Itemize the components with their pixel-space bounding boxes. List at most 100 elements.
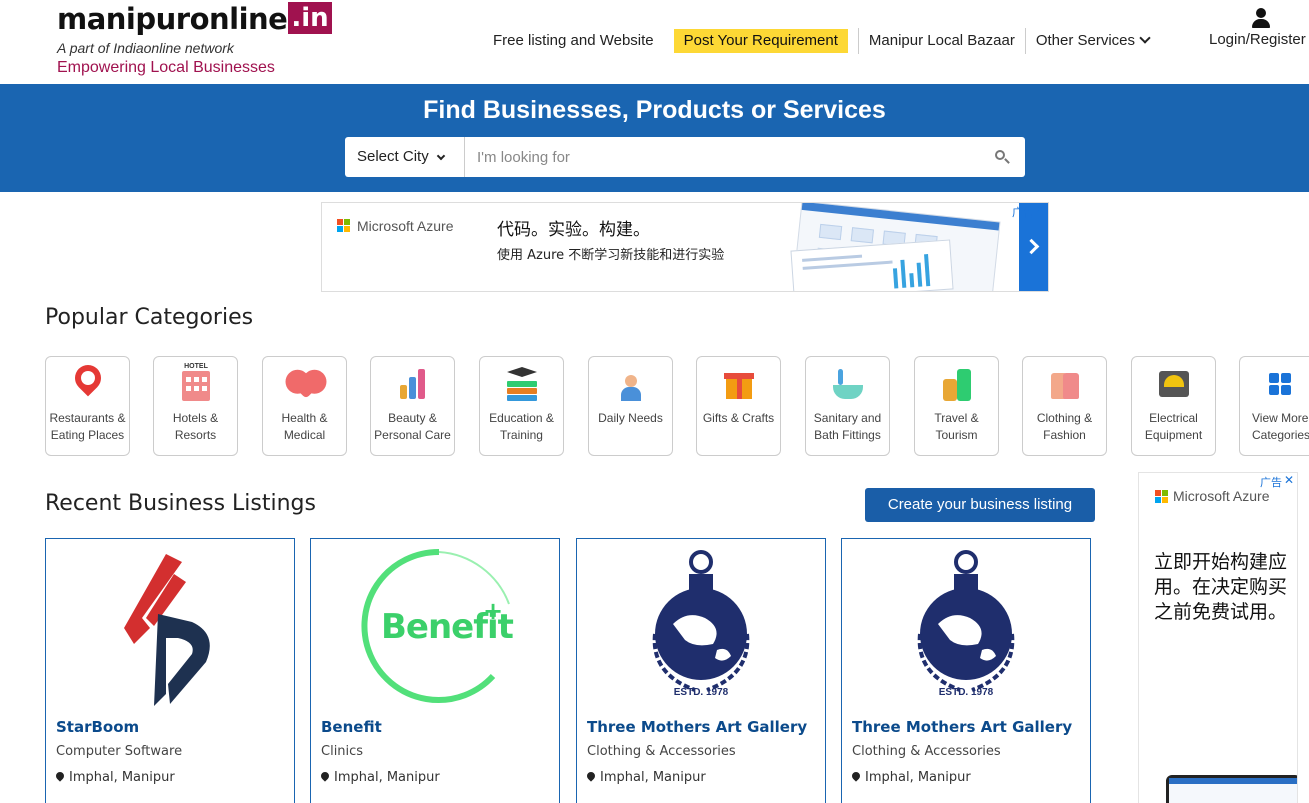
microsoft-logo-icon — [1155, 490, 1169, 504]
gift-box-icon — [721, 365, 757, 403]
clothing-icon — [1047, 365, 1083, 403]
listing-location: Imphal, Manipur — [319, 770, 440, 785]
login-label: Login/Register — [1209, 31, 1306, 48]
listing-category: Clothing & Accessories — [587, 744, 736, 759]
side-ad[interactable]: Microsoft Azure 广告 ✕ 立即开始构建应用。在决定购买之前免费试… — [1138, 472, 1298, 803]
category-view-more[interactable]: View More Categories — [1239, 356, 1309, 456]
close-icon[interactable]: ✕ — [1284, 473, 1294, 487]
search-input[interactable] — [466, 137, 976, 177]
category-label: Restaurants & Eating Places — [49, 411, 126, 442]
category-clothing[interactable]: Clothing & Fashion — [1022, 356, 1107, 456]
benefit-logo-plus: + — [483, 597, 504, 625]
user-icon — [1251, 8, 1271, 28]
listing-location: Imphal, Manipur — [54, 770, 175, 785]
chevron-right-icon — [1023, 238, 1040, 255]
ad-label: 广告 — [1260, 476, 1282, 489]
top-nav: Free listing and Website Post Your Requi… — [483, 28, 1159, 54]
listing-card[interactable]: ESTD. 1978 Three Mothers Art Gallery Clo… — [841, 538, 1091, 803]
category-label: Health & Medical — [281, 411, 328, 442]
category-gifts[interactable]: Gifts & Crafts — [696, 356, 781, 456]
category-label: Sanitary and Bath Fittings — [813, 411, 882, 442]
hotel-icon: HOTEL — [178, 363, 214, 403]
ad-subline: 使用 Azure 不断学习新技能和进行实验 — [497, 248, 725, 263]
listing-name[interactable]: StarBoom — [56, 718, 139, 736]
restaurant-pin-icon — [69, 359, 107, 403]
city-select-label: Select City — [357, 148, 429, 165]
listing-category: Clothing & Accessories — [852, 744, 1001, 759]
listing-location: Imphal, Manipur — [850, 770, 971, 785]
nav-other-services-label: Other Services — [1035, 32, 1136, 49]
category-label: Daily Needs — [598, 411, 663, 425]
category-education[interactable]: Education & Training — [479, 356, 564, 456]
chevron-down-icon — [1139, 32, 1151, 44]
ad-device-illustration — [1166, 775, 1297, 803]
city-select[interactable]: Select City — [345, 137, 465, 177]
category-sanitary[interactable]: Sanitary and Bath Fittings — [805, 356, 890, 456]
category-label: Electrical Equipment — [1144, 411, 1203, 442]
education-books-icon — [504, 365, 540, 403]
category-label: Clothing & Fashion — [1036, 411, 1093, 442]
category-label: Gifts & Crafts — [702, 411, 775, 425]
category-electrical[interactable]: Electrical Equipment — [1131, 356, 1216, 456]
create-listing-button[interactable]: Create your business listing — [865, 488, 1095, 522]
ad-brand: Microsoft Azure — [357, 218, 454, 234]
estd-label: ESTD. 1978 — [673, 687, 729, 698]
category-health[interactable]: Health & Medical — [262, 356, 347, 456]
listing-card[interactable]: StarBoom Computer Software Imphal, Manip… — [45, 538, 295, 803]
microsoft-logo-icon — [337, 219, 351, 233]
search-band: Find Businesses, Products or Services Se… — [0, 84, 1309, 192]
search-bar: Select City — [345, 137, 1025, 177]
category-daily-needs[interactable]: Daily Needs — [588, 356, 673, 456]
category-label: Travel & Tourism — [934, 411, 979, 442]
category-hotels[interactable]: HOTEL Hotels & Resorts — [153, 356, 238, 456]
listing-name[interactable]: Benefit — [321, 718, 382, 736]
close-icon[interactable]: ✕ — [1035, 203, 1045, 217]
listing-card[interactable]: ESTD. 1978 Three Mothers Art Gallery Clo… — [576, 538, 826, 803]
ad-brand: Microsoft Azure — [1173, 488, 1270, 504]
location-pin-icon — [319, 770, 331, 782]
ad-label: 广告 — [1012, 206, 1034, 219]
logo-tagline: A part of Indiaonline network — [57, 40, 234, 56]
listing-name[interactable]: Three Mothers Art Gallery — [852, 718, 1072, 736]
luggage-icon — [939, 365, 975, 403]
starboom-logo-image — [124, 554, 210, 706]
nav-other-services[interactable]: Other Services — [1026, 28, 1159, 54]
logo-slogan: Empowering Local Businesses — [57, 59, 275, 76]
logo-wordmark: manipuronline — [57, 2, 288, 36]
listing-location: Imphal, Manipur — [585, 770, 706, 785]
category-restaurants[interactable]: Restaurants & Eating Places — [45, 356, 130, 456]
listing-category: Computer Software — [56, 744, 183, 759]
health-heart-icon — [287, 365, 323, 403]
nav-free-listing[interactable]: Free listing and Website — [483, 28, 664, 54]
site-header: manipuronline .in A part of Indiaonline n… — [0, 0, 1309, 84]
grid-icon — [1264, 365, 1300, 403]
site-logo[interactable]: manipuronline .in — [57, 2, 332, 36]
category-label: Beauty & Personal Care — [374, 411, 451, 442]
location-pin-icon — [585, 770, 597, 782]
logo-tld-badge: .in — [288, 2, 332, 34]
daily-needs-person-icon — [613, 365, 649, 403]
estd-label: ESTD. 1978 — [938, 687, 994, 698]
recent-listings-title: Recent Business Listings — [45, 491, 316, 516]
category-beauty[interactable]: Beauty & Personal Care — [370, 356, 455, 456]
listing-name[interactable]: Three Mothers Art Gallery — [587, 718, 807, 736]
three-mothers-emblem-image — [906, 546, 1026, 706]
bathtub-icon — [830, 365, 866, 403]
ad-headline: 代码。实验。构建。 — [497, 220, 650, 240]
category-label: View More Categories — [1252, 411, 1309, 442]
search-band-title: Find Businesses, Products or Services — [423, 96, 886, 124]
location-pin-icon — [850, 770, 862, 782]
three-mothers-emblem-image — [641, 546, 761, 706]
nav-local-bazaar[interactable]: Manipur Local Bazaar — [859, 28, 1026, 54]
side-ad-text: 立即开始构建应用。在决定购买之前免费试用。 — [1154, 551, 1288, 623]
electrical-meter-icon — [1156, 365, 1192, 403]
category-label: Hotels & Resorts — [172, 411, 219, 442]
category-label: Education & Training — [489, 411, 554, 442]
nav-post-requirement-button[interactable]: Post Your Requirement — [673, 29, 848, 53]
ad-banner[interactable]: Microsoft Azure 代码。实验。构建。 使用 Azure 不断学习新… — [321, 202, 1049, 292]
beauty-icon — [395, 365, 431, 403]
search-icon[interactable] — [993, 148, 1011, 166]
listing-card[interactable]: Benefit + Benefit Clinics Imphal, Manipu… — [310, 538, 560, 803]
category-travel[interactable]: Travel & Tourism — [914, 356, 999, 456]
popular-categories-title: Popular Categories — [45, 305, 254, 330]
